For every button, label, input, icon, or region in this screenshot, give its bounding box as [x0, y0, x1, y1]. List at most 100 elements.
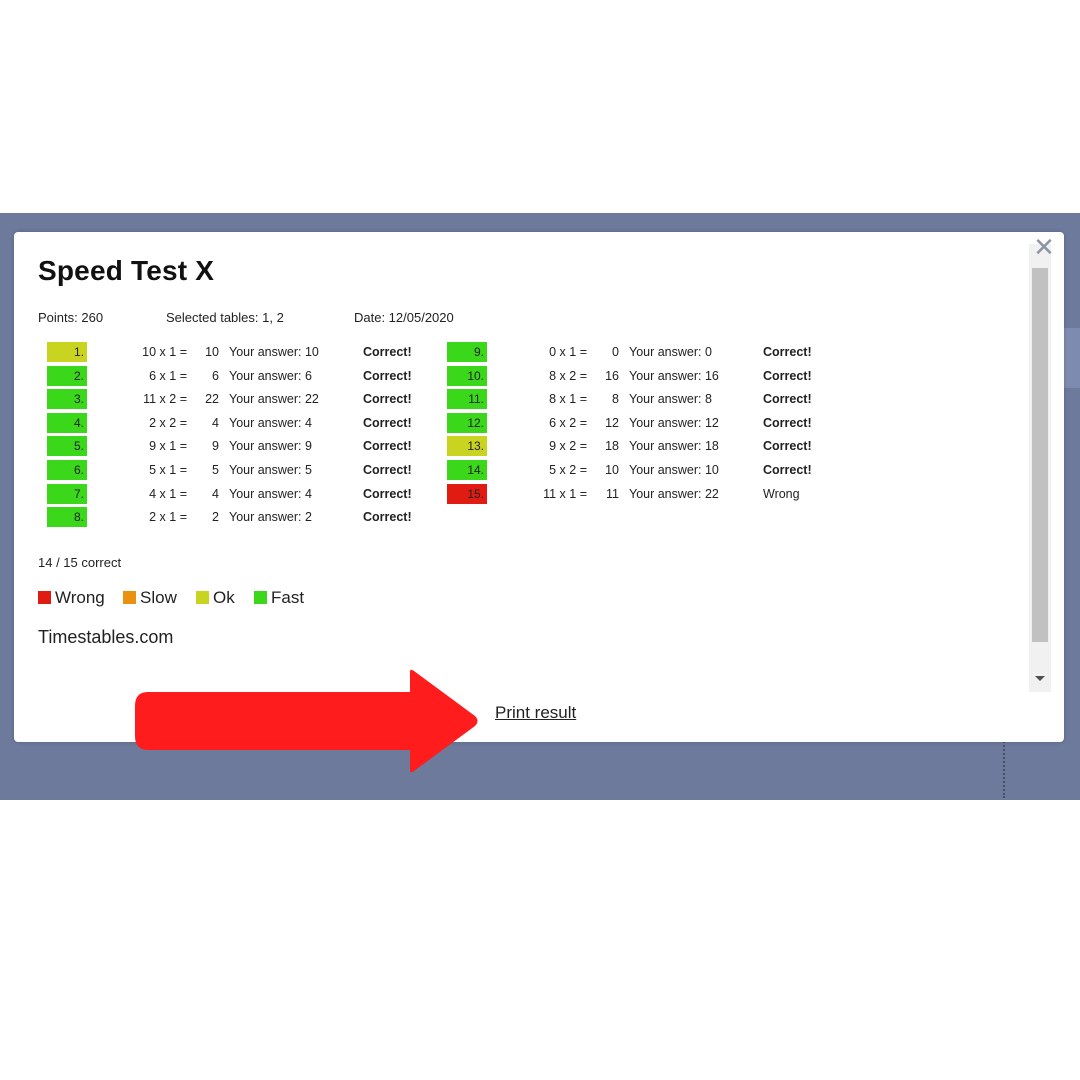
result-status: Correct! — [763, 392, 812, 406]
result-status: Correct! — [763, 439, 812, 453]
result-status: Correct! — [363, 345, 412, 359]
question-text: 11 x 2 = — [143, 392, 187, 406]
user-answer: Your answer: 12 — [629, 416, 719, 430]
question-number-badge: 9. — [447, 342, 487, 362]
arrow-icon — [130, 668, 480, 774]
correct-answer: 4 — [212, 416, 219, 430]
legend-label: Slow — [140, 588, 177, 607]
user-answer: Your answer: 18 — [629, 439, 719, 453]
question-number-badge: 5. — [47, 436, 87, 456]
question-number-badge: 3. — [47, 389, 87, 409]
question-number-badge: 1. — [47, 342, 87, 362]
backdrop-divider — [1003, 738, 1005, 798]
result-status: Correct! — [363, 510, 412, 524]
correct-answer: 18 — [605, 439, 619, 453]
close-icon[interactable]: ✕ — [1033, 234, 1055, 260]
question-text: 8 x 2 = — [549, 369, 587, 383]
question-number-badge: 12. — [447, 413, 487, 433]
user-answer: Your answer: 10 — [629, 463, 719, 477]
result-status: Correct! — [363, 463, 412, 477]
result-status: Correct! — [363, 392, 412, 406]
user-answer: Your answer: 9 — [229, 439, 312, 453]
question-text: 0 x 1 = — [549, 345, 587, 359]
correct-answer: 8 — [612, 392, 619, 406]
correct-answer: 4 — [212, 487, 219, 501]
result-status: Correct! — [763, 369, 812, 383]
date-label: Date: 12/05/2020 — [354, 310, 454, 325]
user-answer: Your answer: 4 — [229, 487, 312, 501]
result-status: Correct! — [763, 463, 812, 477]
result-status: Correct! — [363, 369, 412, 383]
correct-answer: 6 — [212, 369, 219, 383]
question-number-badge: 8. — [47, 507, 87, 527]
question-text: 2 x 2 = — [149, 416, 187, 430]
result-status: Correct! — [363, 439, 412, 453]
result-status: Correct! — [763, 345, 812, 359]
modal-scrollbar[interactable] — [1029, 244, 1051, 692]
user-answer: Your answer: 8 — [629, 392, 712, 406]
user-answer: Your answer: 6 — [229, 369, 312, 383]
question-number-badge: 6. — [47, 460, 87, 480]
correct-answer: 16 — [605, 369, 619, 383]
question-number-badge: 11. — [447, 389, 487, 409]
user-answer: Your answer: 16 — [629, 369, 719, 383]
selected-tables-label: Selected tables: 1, 2 — [166, 310, 284, 325]
result-status: Wrong — [763, 487, 800, 501]
question-text: 11 x 1 = — [543, 487, 587, 501]
question-number-badge: 4. — [47, 413, 87, 433]
question-text: 6 x 1 = — [149, 369, 187, 383]
question-text: 2 x 1 = — [149, 510, 187, 524]
legend-swatch — [123, 591, 136, 604]
question-number-badge: 2. — [47, 366, 87, 386]
user-answer: Your answer: 22 — [629, 487, 719, 501]
question-text: 10 x 1 = — [142, 345, 187, 359]
question-number-badge: 13. — [447, 436, 487, 456]
legend-label: Fast — [271, 588, 305, 607]
result-status: Correct! — [763, 416, 812, 430]
question-text: 9 x 2 = — [549, 439, 587, 453]
question-text: 9 x 1 = — [149, 439, 187, 453]
question-number-badge: 14. — [447, 460, 487, 480]
question-text: 4 x 1 = — [149, 487, 187, 501]
correct-answer: 5 — [212, 463, 219, 477]
correct-answer: 11 — [606, 487, 619, 501]
user-answer: Your answer: 4 — [229, 416, 312, 430]
correct-answer: 10 — [205, 345, 219, 359]
question-number-badge: 7. — [47, 484, 87, 504]
legend-label: Ok — [213, 588, 235, 607]
points-label: Points: 260 — [38, 310, 104, 325]
question-text: 6 x 2 = — [549, 416, 587, 430]
question-text: 5 x 2 = — [549, 463, 587, 477]
user-answer: Your answer: 22 — [229, 392, 319, 406]
user-answer: Your answer: 10 — [229, 345, 319, 359]
correct-answer: 2 — [212, 510, 219, 524]
result-status: Correct! — [363, 487, 412, 501]
correct-answer: 0 — [612, 345, 619, 359]
legend-label: Wrong — [55, 588, 105, 607]
question-number-badge: 15. — [447, 484, 487, 504]
result-status: Correct! — [363, 416, 412, 430]
correct-answer: 22 — [205, 392, 219, 406]
legend-item-slow: Slow — [123, 588, 177, 608]
legend-swatch — [38, 591, 51, 604]
legend-swatch — [254, 591, 267, 604]
correct-answer: 10 — [605, 463, 619, 477]
question-text: 5 x 1 = — [149, 463, 187, 477]
user-answer: Your answer: 5 — [229, 463, 312, 477]
legend-item-fast: Fast — [254, 588, 304, 608]
modal-title: Speed Test X — [38, 255, 215, 286]
legend-item-ok: Ok — [196, 588, 235, 608]
question-number-badge: 10. — [447, 366, 487, 386]
correct-answer: 12 — [605, 416, 619, 430]
correct-answer: 9 — [212, 439, 219, 453]
scrollbar-thumb[interactable] — [1032, 268, 1048, 642]
scroll-down-icon[interactable] — [1035, 676, 1045, 681]
score-summary: 14 / 15 correct — [38, 555, 122, 570]
site-name: Timestables.com — [38, 627, 174, 647]
print-result-link[interactable]: Print result — [495, 703, 576, 723]
legend-swatch — [196, 591, 209, 604]
user-answer: Your answer: 0 — [629, 345, 712, 359]
legend-item-wrong: Wrong — [38, 588, 105, 608]
user-answer: Your answer: 2 — [229, 510, 312, 524]
question-text: 8 x 1 = — [549, 392, 587, 406]
